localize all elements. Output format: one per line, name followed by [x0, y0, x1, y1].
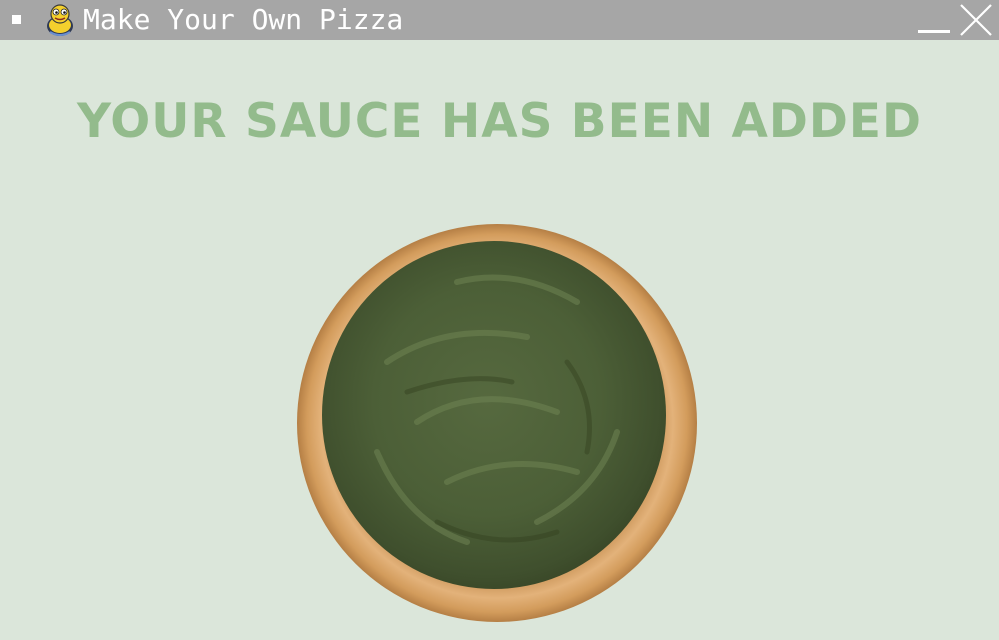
pygame-snake-icon [47, 4, 73, 36]
minimize-icon [918, 30, 950, 33]
sauce-added-message: YOUR SAUCE HAS BEEN ADDED [76, 94, 923, 149]
minimize-button[interactable] [914, 6, 954, 36]
title-bar[interactable]: Make Your Own Pizza [0, 0, 999, 40]
window-menu-icon[interactable] [12, 15, 21, 24]
close-icon [960, 4, 992, 36]
close-button[interactable] [958, 2, 994, 38]
window-title: Make Your Own Pizza [83, 3, 404, 36]
pizza-image [297, 224, 697, 622]
